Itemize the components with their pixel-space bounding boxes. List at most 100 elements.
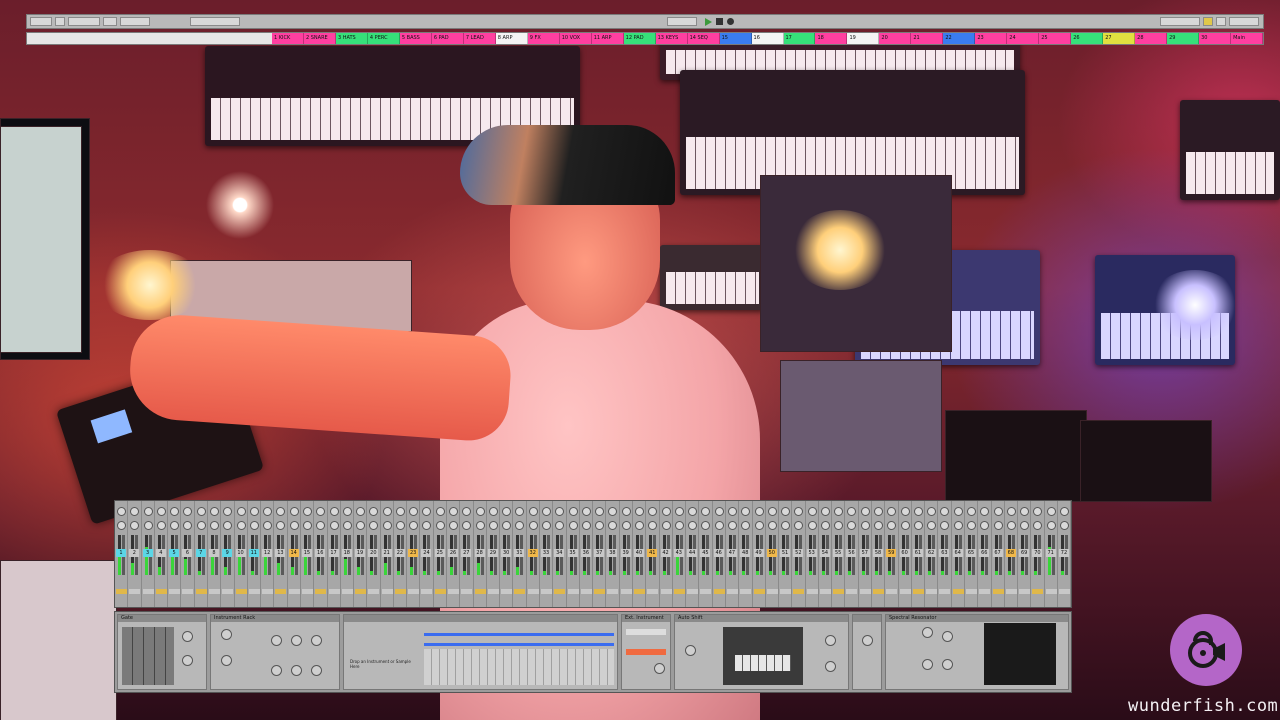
clip-slot[interactable]: 20 — [879, 33, 912, 44]
io-routing[interactable] — [315, 589, 327, 594]
mixer-channel-strip[interactable]: 30 — [500, 501, 514, 607]
track-number[interactable]: 41 — [647, 549, 658, 557]
track-number[interactable]: 8 — [208, 549, 219, 557]
send-knob[interactable] — [117, 507, 126, 516]
send-knob[interactable] — [183, 507, 193, 516]
macro-knob[interactable] — [311, 665, 322, 676]
macro-knob[interactable] — [291, 635, 302, 646]
pan-knob[interactable] — [302, 521, 312, 530]
track-number[interactable]: 52 — [793, 549, 804, 557]
track-number[interactable]: 45 — [700, 549, 711, 557]
send-knob[interactable] — [967, 507, 976, 516]
pan-knob[interactable] — [900, 521, 910, 530]
send-knob[interactable] — [435, 507, 445, 516]
pan-knob[interactable] — [714, 521, 724, 530]
quantize-menu[interactable] — [120, 17, 150, 26]
io-routing[interactable] — [793, 589, 805, 594]
clip-slot[interactable]: 29 — [1167, 33, 1200, 44]
io-routing[interactable] — [1032, 589, 1044, 594]
mixer-channel-strip[interactable]: 40 — [633, 501, 647, 607]
shift-knob[interactable] — [685, 645, 696, 656]
mixer-channel-strip[interactable]: 72 — [1058, 501, 1072, 607]
pan-knob[interactable] — [542, 521, 551, 530]
pan-knob[interactable] — [648, 521, 658, 530]
send-knob[interactable] — [927, 507, 937, 516]
send-knob[interactable] — [714, 507, 724, 516]
io-routing[interactable] — [780, 589, 792, 594]
send-knob[interactable] — [568, 507, 578, 516]
macro-knob[interactable] — [271, 665, 282, 676]
mixer-channel-strip[interactable]: 8 — [208, 501, 222, 607]
shift-knob[interactable] — [825, 635, 836, 646]
track-number[interactable]: 63 — [939, 549, 950, 557]
io-routing[interactable] — [487, 589, 499, 594]
send-knob[interactable] — [900, 507, 910, 516]
clip-slot[interactable]: 18 — [815, 33, 848, 44]
gate-pattern-grid[interactable] — [122, 627, 174, 685]
mixer-channel-strip[interactable]: 54 — [819, 501, 833, 607]
track-number[interactable]: 28 — [474, 549, 485, 557]
pan-knob[interactable] — [130, 521, 140, 530]
io-routing[interactable] — [633, 589, 645, 594]
pan-knob[interactable] — [727, 521, 737, 530]
pan-knob[interactable] — [741, 521, 751, 530]
pan-knob[interactable] — [156, 521, 166, 530]
io-routing[interactable] — [886, 589, 898, 594]
pan-knob[interactable] — [754, 521, 764, 530]
pan-knob[interactable] — [515, 521, 525, 530]
io-routing[interactable] — [926, 589, 938, 594]
pan-knob[interactable] — [249, 521, 259, 530]
clip-slot[interactable]: 30 — [1199, 33, 1232, 44]
pan-knob[interactable] — [595, 521, 605, 530]
mixer-channel-strip[interactable]: 2 — [128, 501, 142, 607]
track-number[interactable]: 12 — [262, 549, 273, 557]
io-routing[interactable] — [979, 589, 991, 594]
send-knob[interactable] — [820, 507, 830, 516]
io-routing[interactable] — [235, 589, 247, 594]
mixer-channel-strip[interactable]: 3 — [142, 501, 155, 607]
track-number[interactable]: 61 — [912, 549, 923, 557]
pan-knob[interactable] — [342, 521, 352, 530]
mixer-channel-strip[interactable]: 70 — [1031, 501, 1045, 607]
track-number[interactable]: 22 — [394, 549, 405, 557]
io-routing[interactable] — [806, 589, 818, 594]
macro-knob[interactable] — [221, 655, 232, 666]
send-knob[interactable] — [1033, 507, 1043, 516]
send-knob[interactable] — [980, 507, 990, 516]
io-routing[interactable] — [660, 589, 672, 594]
io-routing[interactable] — [195, 589, 207, 594]
track-number[interactable]: 66 — [979, 549, 990, 557]
send-knob[interactable] — [302, 507, 312, 516]
mixer-channel-strip[interactable]: 4 — [155, 501, 169, 607]
mixer-channel-strip[interactable]: 32 — [527, 501, 540, 607]
mixer-channel-strip[interactable]: 14 — [288, 501, 301, 607]
send-knob[interactable] — [223, 507, 233, 516]
pan-knob[interactable] — [581, 521, 591, 530]
io-routing[interactable] — [527, 589, 539, 594]
track-number[interactable]: 40 — [633, 549, 644, 557]
track-number[interactable]: 32 — [527, 549, 538, 557]
io-routing[interactable] — [514, 589, 526, 594]
pan-knob[interactable] — [860, 521, 870, 530]
pan-knob[interactable] — [356, 521, 366, 530]
mixer-channel-strip[interactable]: 65 — [965, 501, 979, 607]
device-spectral-resonator[interactable]: Spectral Resonator — [885, 614, 1069, 690]
mixer-channel-strip[interactable]: 69 — [1018, 501, 1032, 607]
io-routing[interactable] — [952, 589, 964, 594]
send-knob[interactable] — [542, 507, 551, 516]
device-ext-instrument[interactable]: Ext. Instrument — [621, 614, 671, 690]
io-routing[interactable] — [554, 589, 566, 594]
pan-knob[interactable] — [980, 521, 990, 530]
resonator-knob[interactable] — [942, 631, 953, 642]
mixer-channel-strip[interactable]: 21 — [381, 501, 394, 607]
pan-knob[interactable] — [874, 521, 884, 530]
track-number[interactable]: 38 — [607, 549, 618, 557]
io-routing[interactable] — [275, 589, 287, 594]
scene-name-field[interactable] — [27, 33, 272, 44]
pan-knob[interactable] — [608, 521, 618, 530]
track-number[interactable]: 1 — [116, 549, 126, 557]
send-knob[interactable] — [488, 507, 498, 516]
send-knob[interactable] — [156, 507, 166, 516]
send-knob[interactable] — [289, 507, 299, 516]
pan-knob[interactable] — [170, 521, 180, 530]
